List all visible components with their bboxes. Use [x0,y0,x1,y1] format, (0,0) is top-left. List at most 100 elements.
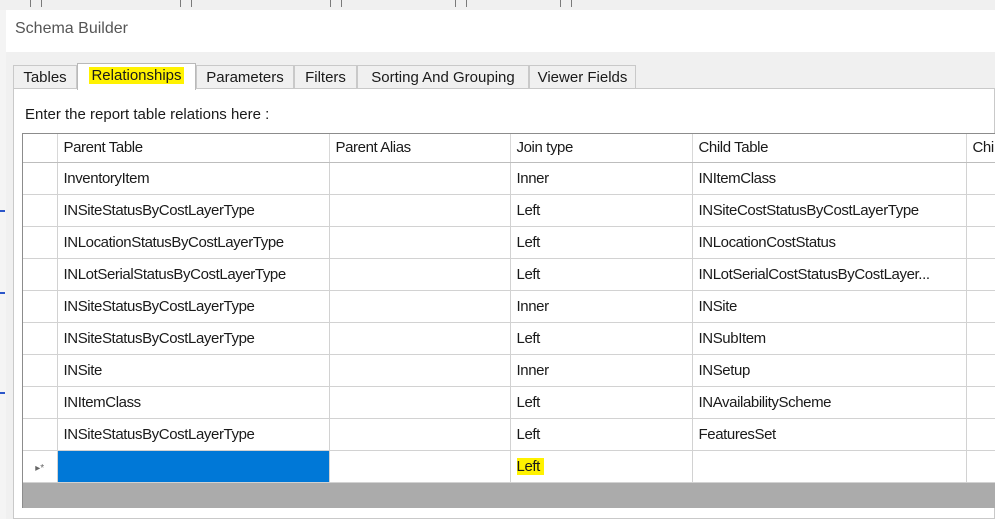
cell-child-extra[interactable] [966,386,995,419]
cell-parent-alias[interactable] [329,418,511,451]
relations-grid[interactable]: Parent Table Parent Alias Join type Chil… [22,133,995,508]
dialog-client-area: Tables Relationships Parameters Filters … [6,52,995,519]
cell-join-type[interactable]: Left [510,194,693,227]
cell-parent-alias[interactable] [329,354,511,387]
cell-parent-table[interactable]: InventoryItem [57,162,330,195]
new-row-header[interactable]: ▸* [23,450,58,483]
tab-viewer-fields[interactable]: Viewer Fields [529,65,636,89]
cell-child-extra[interactable] [966,162,995,195]
cell-child-table[interactable]: INLocationCostStatus [692,226,967,259]
toolbar-icon [180,0,192,7]
tab-label: Viewer Fields [537,69,628,86]
cell-parent-table[interactable]: INSiteStatusByCostLayerType [57,322,330,355]
column-header-parent-table[interactable]: Parent Table [57,134,330,163]
cell-parent-alias[interactable] [329,162,511,195]
cell-parent-alias[interactable] [329,290,511,323]
new-row-marker-icon: ▸* [35,462,45,474]
cell-join-type[interactable]: Left [510,322,693,355]
cell-parent-alias[interactable] [329,450,511,483]
tab-tables[interactable]: Tables [13,65,77,89]
cell-child-extra[interactable] [966,226,995,259]
title-bar: Schema Builder [6,10,995,52]
cell-join-type[interactable]: Left [510,386,693,419]
tab-label: Tables [23,69,67,86]
cell-child-table[interactable]: INSubItem [692,322,967,355]
cell-child-extra[interactable] [966,322,995,355]
row-header[interactable] [23,322,58,355]
toolbar-icon [455,0,467,7]
row-header[interactable] [23,226,58,259]
cell-parent-alias[interactable] [329,386,511,419]
cell-join-type[interactable]: Left [510,258,693,291]
tab-label: Filters [305,69,346,86]
cell-join-type[interactable]: Left [510,226,693,259]
cell-child-extra[interactable] [966,418,995,451]
cell-parent-alias[interactable] [329,226,511,259]
table-row[interactable]: INSiteStatusByCostLayerType Inner INSite [23,290,995,323]
cell-parent-table[interactable]: INSite [57,354,330,387]
cell-parent-table[interactable]: INSiteStatusByCostLayerType [57,418,330,451]
row-header[interactable] [23,290,58,323]
row-header[interactable] [23,386,58,419]
tab-parameters[interactable]: Parameters [196,65,294,89]
edge-marker [0,210,5,212]
relations-table: Parent Table Parent Alias Join type Chil… [23,134,995,483]
cell-parent-alias[interactable] [329,194,511,227]
cell-parent-alias[interactable] [329,322,511,355]
table-row[interactable]: INLotSerialStatusByCostLayerType Left IN… [23,258,995,291]
cell-parent-table[interactable]: INLocationStatusByCostLayerType [57,226,330,259]
join-type-value-highlighted: Left [516,457,544,475]
row-header[interactable] [23,194,58,227]
cell-parent-table[interactable]: INSiteStatusByCostLayerType [57,194,330,227]
toolbar-icon [330,0,342,7]
cell-join-type[interactable]: Left [510,418,693,451]
column-header-parent-alias[interactable]: Parent Alias [329,134,511,163]
row-header[interactable] [23,162,58,195]
tab-sorting-and-grouping[interactable]: Sorting And Grouping [357,65,529,89]
cell-child-extra[interactable] [966,258,995,291]
cell-parent-table[interactable]: INItemClass [57,386,330,419]
toolbar-icon [30,0,42,7]
cell-child-extra[interactable] [966,290,995,323]
cell-child-table[interactable]: INAvailabilityScheme [692,386,967,419]
cell-join-type[interactable]: Inner [510,290,693,323]
column-header-join-type[interactable]: Join type [510,134,693,163]
table-row[interactable]: INItemClass Left INAvailabilityScheme [23,386,995,419]
table-row[interactable]: INSite Inner INSetup [23,354,995,387]
cell-child-extra[interactable] [966,354,995,387]
cell-parent-alias[interactable] [329,258,511,291]
cell-child-table[interactable]: INLotSerialCostStatusByCostLayer... [692,258,967,291]
cell-join-type[interactable]: Inner [510,162,693,195]
cell-join-type[interactable]: Left [510,450,693,483]
cell-child-table[interactable]: INSiteCostStatusByCostLayerType [692,194,967,227]
cell-parent-table-selected[interactable] [57,450,330,483]
table-row[interactable]: INSiteStatusByCostLayerType Left Feature… [23,418,995,451]
row-header[interactable] [23,258,58,291]
toolbar-icon [560,0,572,7]
column-header-child-table[interactable]: Child Table [692,134,967,163]
cell-child-extra[interactable] [966,194,995,227]
table-row[interactable]: INSiteStatusByCostLayerType Left INSubIt… [23,322,995,355]
tab-label: Sorting And Grouping [371,69,515,86]
new-row[interactable]: ▸* Left [23,450,995,483]
cell-child-table[interactable]: INSite [692,290,967,323]
column-header-child-partial[interactable]: Chi [966,134,995,163]
relationships-panel: Enter the report table relations here : … [13,88,995,519]
row-header[interactable] [23,354,58,387]
cell-child-extra[interactable] [966,450,995,483]
row-header-corner [23,134,58,163]
tab-relationships[interactable]: Relationships [77,63,196,90]
header-row: Parent Table Parent Alias Join type Chil… [23,134,995,163]
cell-join-type[interactable]: Inner [510,354,693,387]
cell-child-table[interactable]: FeaturesSet [692,418,967,451]
row-header[interactable] [23,418,58,451]
cell-child-table[interactable]: INSetup [692,354,967,387]
cell-child-table[interactable] [692,450,967,483]
tab-filters[interactable]: Filters [294,65,357,89]
table-row[interactable]: INLocationStatusByCostLayerType Left INL… [23,226,995,259]
table-row[interactable]: InventoryItem Inner INItemClass [23,162,995,195]
cell-parent-table[interactable]: INSiteStatusByCostLayerType [57,290,330,323]
cell-parent-table[interactable]: INLotSerialStatusByCostLayerType [57,258,330,291]
cell-child-table[interactable]: INItemClass [692,162,967,195]
table-row[interactable]: INSiteStatusByCostLayerType Left INSiteC… [23,194,995,227]
